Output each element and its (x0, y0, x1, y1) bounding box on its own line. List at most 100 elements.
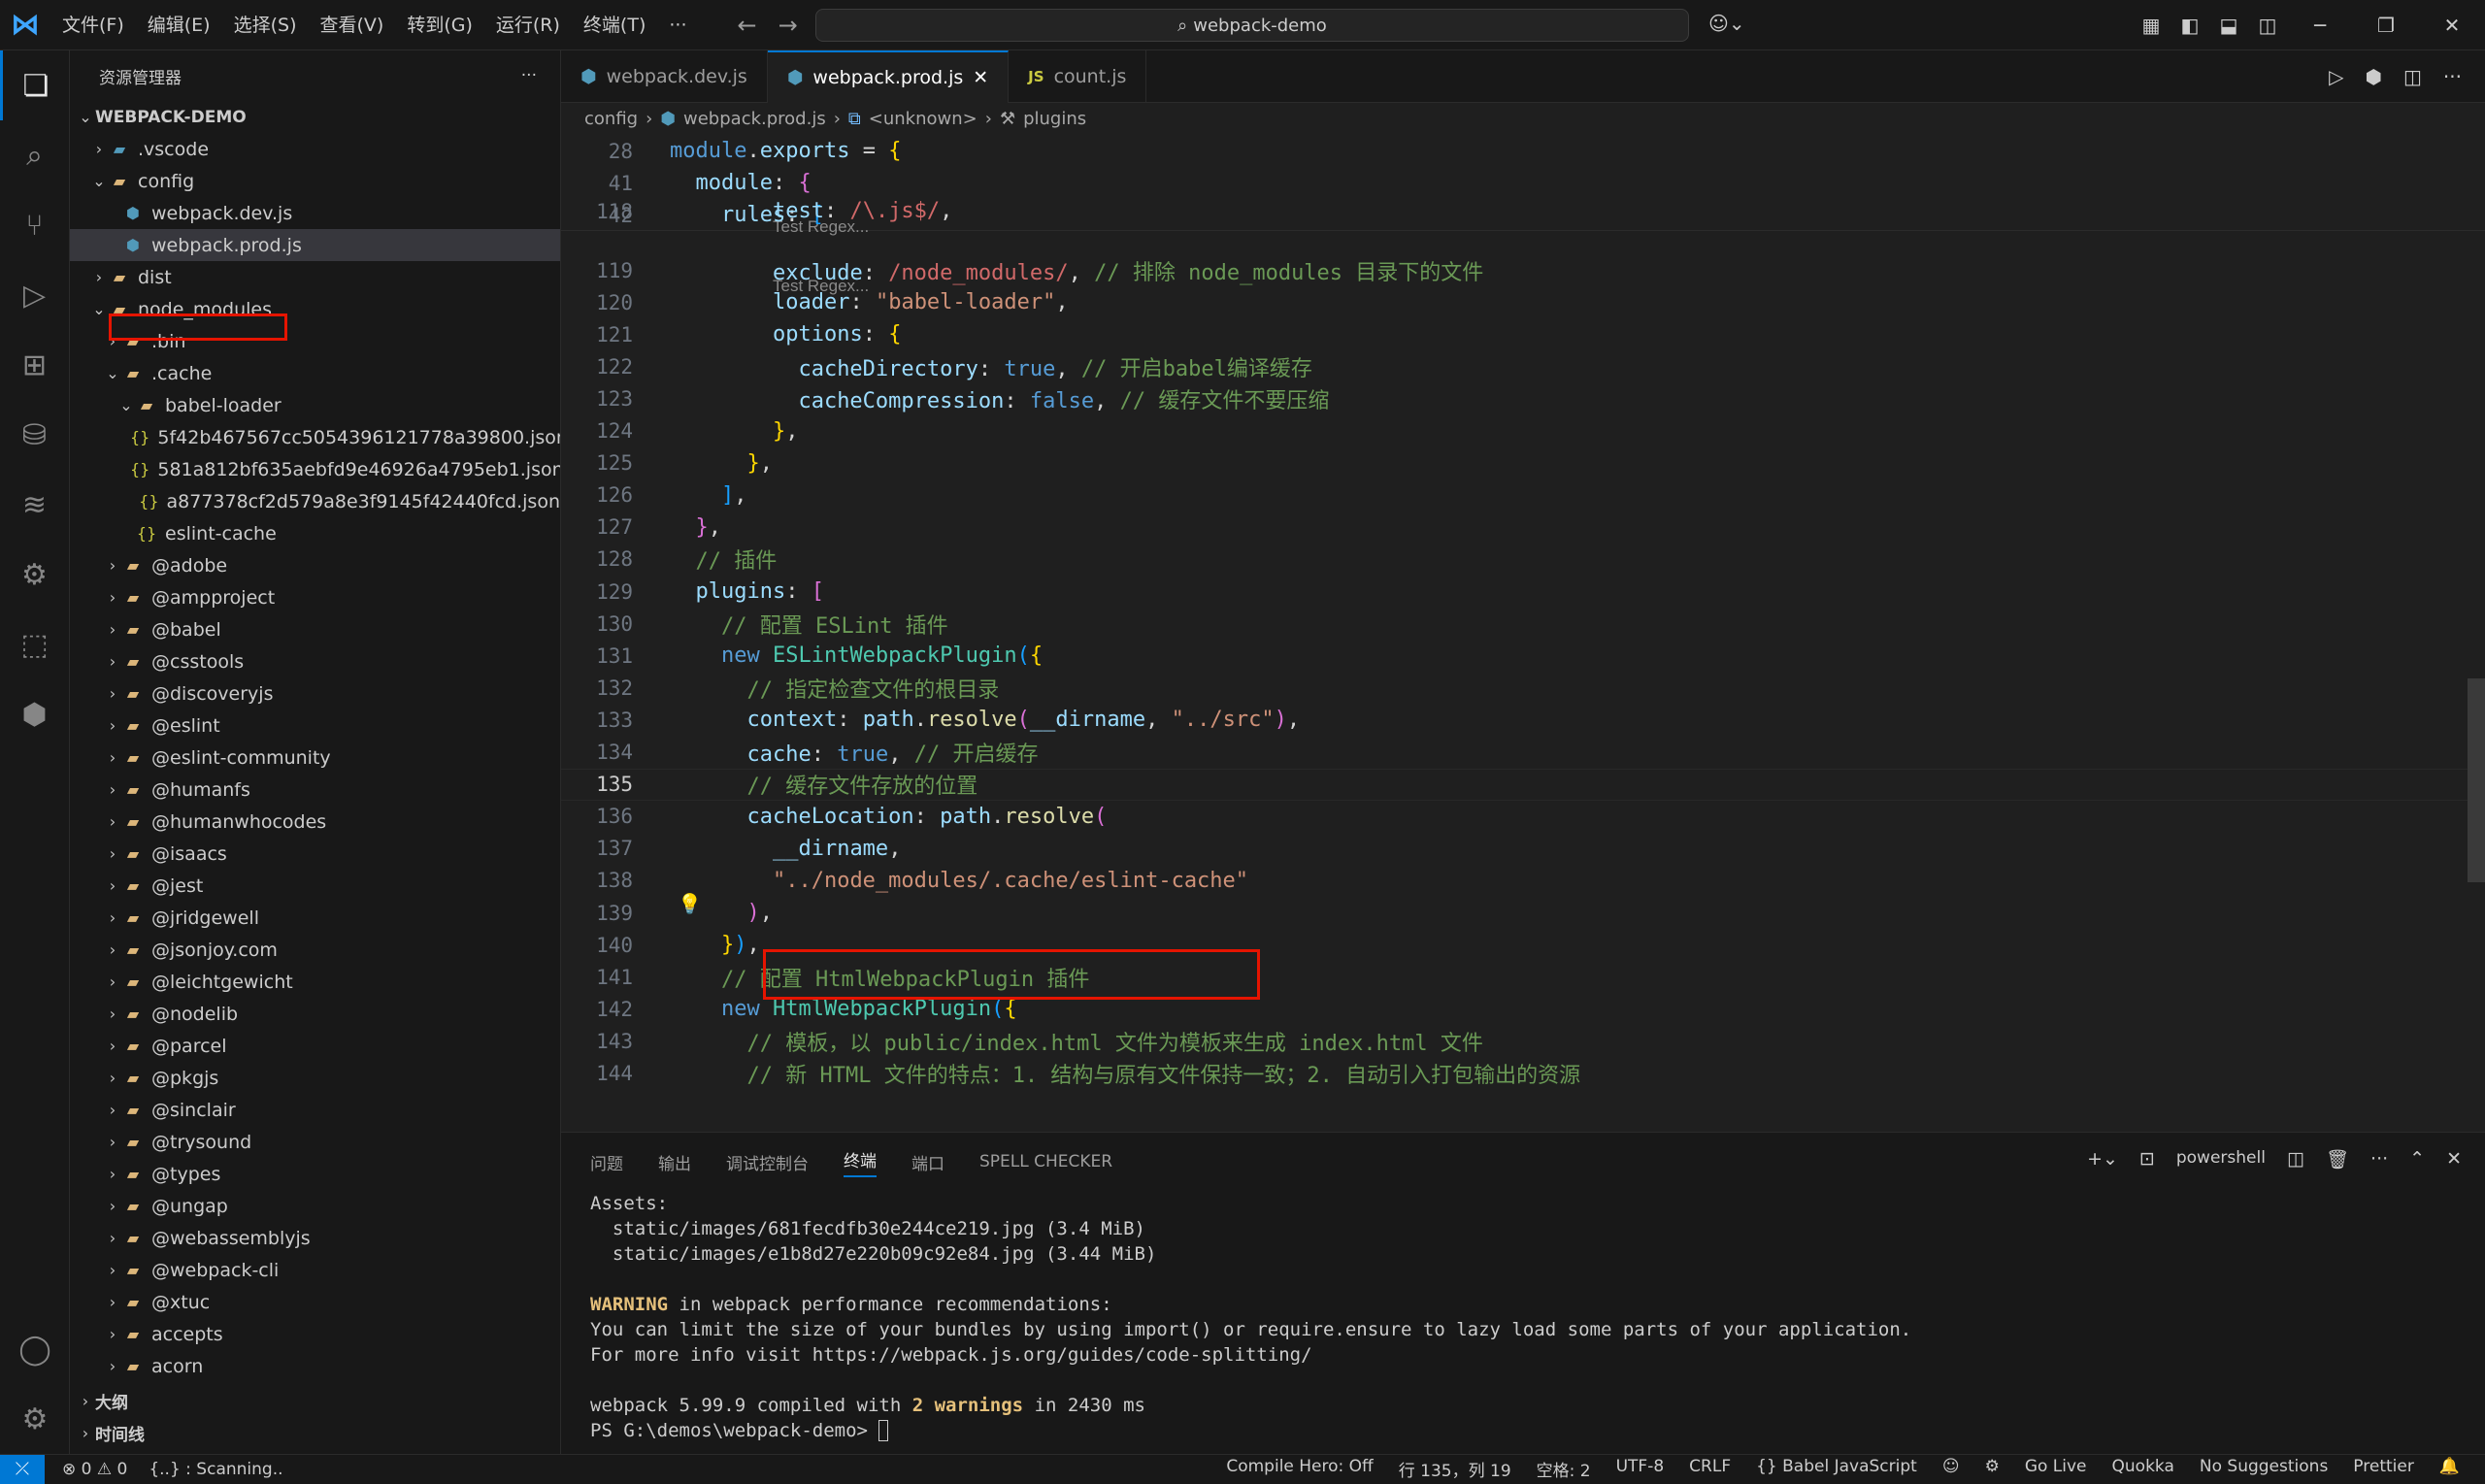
trash-icon[interactable]: 🗑 (2326, 1148, 2349, 1171)
layers-icon[interactable]: ≋ (0, 470, 69, 540)
language-mode[interactable]: {} Babel JavaScript (1756, 1457, 1917, 1481)
lightbulb-icon[interactable]: 💡 (678, 892, 702, 915)
tree-item[interactable]: ⌄ ▰ babel-loader (70, 389, 560, 421)
tree-item[interactable]: › ▰ @webpack-cli (70, 1254, 560, 1286)
indentation-status[interactable]: 空格: 2 (1537, 1457, 1591, 1481)
terminal-shell-label[interactable]: powershell (2176, 1148, 2266, 1171)
tree-item[interactable]: › ▰ @babel (70, 613, 560, 645)
tree-item[interactable]: › ▰ @leichtgewicht (70, 966, 560, 998)
tree-item[interactable]: {} a877378cf2d579a8e3f9145f42440fcd.json (70, 485, 560, 517)
panel-tab-output[interactable]: 输出 (658, 1150, 691, 1174)
tree-item[interactable]: › ▰ @nodelib (70, 998, 560, 1030)
explorer-more-icon[interactable]: ··· (521, 66, 537, 85)
tree-item[interactable]: ⬢ webpack.prod.js (70, 229, 560, 261)
scanning-status[interactable]: {..} : Scanning.. (149, 1460, 282, 1479)
close-tab-icon[interactable]: ✕ (973, 67, 988, 88)
panel-tab-terminal[interactable]: 终端 (844, 1147, 877, 1177)
tree-item[interactable]: › ▰ @csstools (70, 645, 560, 677)
tab-webpack-dev[interactable]: ⬢ webpack.dev.js (561, 50, 768, 103)
menu-terminal[interactable]: 终端(T) (572, 0, 657, 50)
toggle-secondary-sidebar-icon[interactable]: ◫ (2248, 14, 2287, 37)
notifications-bell-icon[interactable]: 🔔 (2439, 1457, 2460, 1481)
code-view[interactable]: Test Regex... Test Regex... 28 module.exp… (561, 135, 2485, 1132)
tree-item[interactable]: › ▰ @eslint (70, 709, 560, 742)
tree-item[interactable]: › ▰ @jest (70, 870, 560, 902)
tool-icon[interactable]: ⚙ (0, 540, 69, 610)
editor-more-icon[interactable]: ··· (2443, 65, 2462, 88)
tree-item[interactable]: › ▰ @isaacs (70, 838, 560, 870)
command-center-search[interactable]: ⌕ webpack-demo (815, 9, 1689, 42)
maximize-icon[interactable]: ❐ (2353, 14, 2419, 37)
menu-edit[interactable]: 编辑(E) (136, 0, 222, 50)
tree-item[interactable]: › ▰ @trysound (70, 1126, 560, 1158)
menu-run[interactable]: 运行(R) (484, 0, 572, 50)
menu-selection[interactable]: 选择(S) (222, 0, 309, 50)
problems-status[interactable]: ⊗ 0 ⚠ 0 (62, 1460, 127, 1479)
suggestions-status[interactable]: No Suggestions (2200, 1457, 2328, 1481)
panel-tab-spell-checker[interactable]: SPELL CHECKER (979, 1152, 1112, 1171)
tree-item[interactable]: › ▰ @jsonjoy.com (70, 934, 560, 966)
tree-item[interactable]: › ▰ @eslint-community (70, 742, 560, 774)
tree-item[interactable]: › ▰ @discoveryjs (70, 677, 560, 709)
tree-item[interactable]: › ▰ @ungap (70, 1190, 560, 1222)
tree-item[interactable]: › ▰ @xtuc (70, 1286, 560, 1318)
menu-go[interactable]: 转到(G) (395, 0, 484, 50)
tool-status-icon[interactable]: ⚙ (1985, 1457, 2000, 1481)
menu-view[interactable]: 查看(V) (309, 0, 396, 50)
package-icon[interactable]: ⬚ (0, 610, 69, 679)
remote-box-icon[interactable]: ⬢ (0, 679, 69, 749)
tree-item[interactable]: › ▰ @ampproject (70, 581, 560, 613)
toggle-sidebar-icon[interactable]: ◧ (2170, 14, 2209, 37)
minimize-icon[interactable]: ─ (2287, 14, 2353, 37)
tree-item[interactable]: ⌄ ▰ config (70, 165, 560, 197)
outline-section[interactable]: › 大纲 (70, 1385, 560, 1417)
tree-item[interactable]: › ▰ @jridgewell (70, 902, 560, 934)
panel-tab-debug-console[interactable]: 调试控制台 (726, 1150, 809, 1174)
database-icon[interactable]: ⛁ (0, 400, 69, 470)
remote-icon[interactable]: ⤫ (0, 1454, 45, 1484)
eol-status[interactable]: CRLF (1689, 1457, 1731, 1481)
split-terminal-icon[interactable]: ◫ (2287, 1148, 2304, 1171)
tree-item[interactable]: › ▰ @sinclair (70, 1094, 560, 1126)
source-control-icon[interactable]: ⑂ (0, 190, 69, 260)
tree-item[interactable]: › ▰ @humanwhocodes (70, 806, 560, 838)
tree-item[interactable]: › ▰ @webassemblyjs (70, 1222, 560, 1254)
explorer-icon[interactable]: ❏ (0, 50, 69, 120)
panel-tab-ports[interactable]: 端口 (911, 1150, 944, 1174)
editor-scrollbar[interactable] (2468, 678, 2485, 882)
prettier-status[interactable]: Prettier (2353, 1457, 2414, 1481)
tab-count[interactable]: JS count.js (1009, 50, 1147, 103)
tree-item[interactable]: › ▰ @pkgjs (70, 1062, 560, 1094)
go-live-button[interactable]: Go Live (2025, 1457, 2087, 1481)
extension-action-icon[interactable]: ⬢ (2366, 65, 2382, 88)
tree-item[interactable]: {} 581a812bf635aebfd9e46926a4795eb1.json (70, 453, 560, 485)
tree-item[interactable]: › ▰ @adobe (70, 549, 560, 581)
settings-gear-icon[interactable]: ⚙ (0, 1384, 70, 1454)
terminal-output[interactable]: Assets: static/images/681fecdfb30e244ce2… (561, 1191, 2485, 1443)
breadcrumb-unknown[interactable]: <unknown> (869, 109, 977, 129)
cursor-position[interactable]: 行 135，列 19 (1399, 1457, 1511, 1481)
breadcrumb-config[interactable]: config (584, 109, 638, 129)
tree-item[interactable]: › ▰ @parcel (70, 1030, 560, 1062)
account-icon[interactable]: ◯ (0, 1314, 70, 1384)
tab-webpack-prod[interactable]: ⬢ webpack.prod.js ✕ (767, 50, 1010, 103)
extensions-icon[interactable]: ⊞ (0, 330, 69, 400)
toggle-panel-icon[interactable]: ⬓ (2209, 14, 2248, 37)
tree-item[interactable]: › ▰ acorn (70, 1350, 560, 1382)
run-file-icon[interactable]: ▷ (2329, 65, 2343, 88)
tree-item[interactable]: › ▰ @types (70, 1158, 560, 1190)
timeline-section[interactable]: › 时间线 (70, 1417, 560, 1449)
compile-hero-status[interactable]: Compile Hero: Off (1226, 1457, 1373, 1481)
copilot-status-icon[interactable]: ☺ (1942, 1457, 1960, 1481)
tree-item[interactable]: {} 5f42b467567cc5054396121778a39800.json (70, 421, 560, 453)
back-arrow-icon[interactable]: ← (737, 12, 756, 39)
panel-more-icon[interactable]: ··· (2370, 1148, 2388, 1171)
customize-layout-icon[interactable]: ▦ (2132, 14, 2170, 37)
encoding-status[interactable]: UTF-8 (1616, 1457, 1665, 1481)
close-window-icon[interactable]: ✕ (2419, 14, 2485, 37)
breadcrumb-plugins[interactable]: plugins (1023, 109, 1086, 129)
breadcrumb-file[interactable]: webpack.prod.js (683, 109, 826, 129)
tree-item[interactable]: › ▰ accepts (70, 1318, 560, 1350)
menu-more[interactable]: ··· (657, 0, 698, 50)
tree-item[interactable]: ⌄ ▰ .cache (70, 357, 560, 389)
